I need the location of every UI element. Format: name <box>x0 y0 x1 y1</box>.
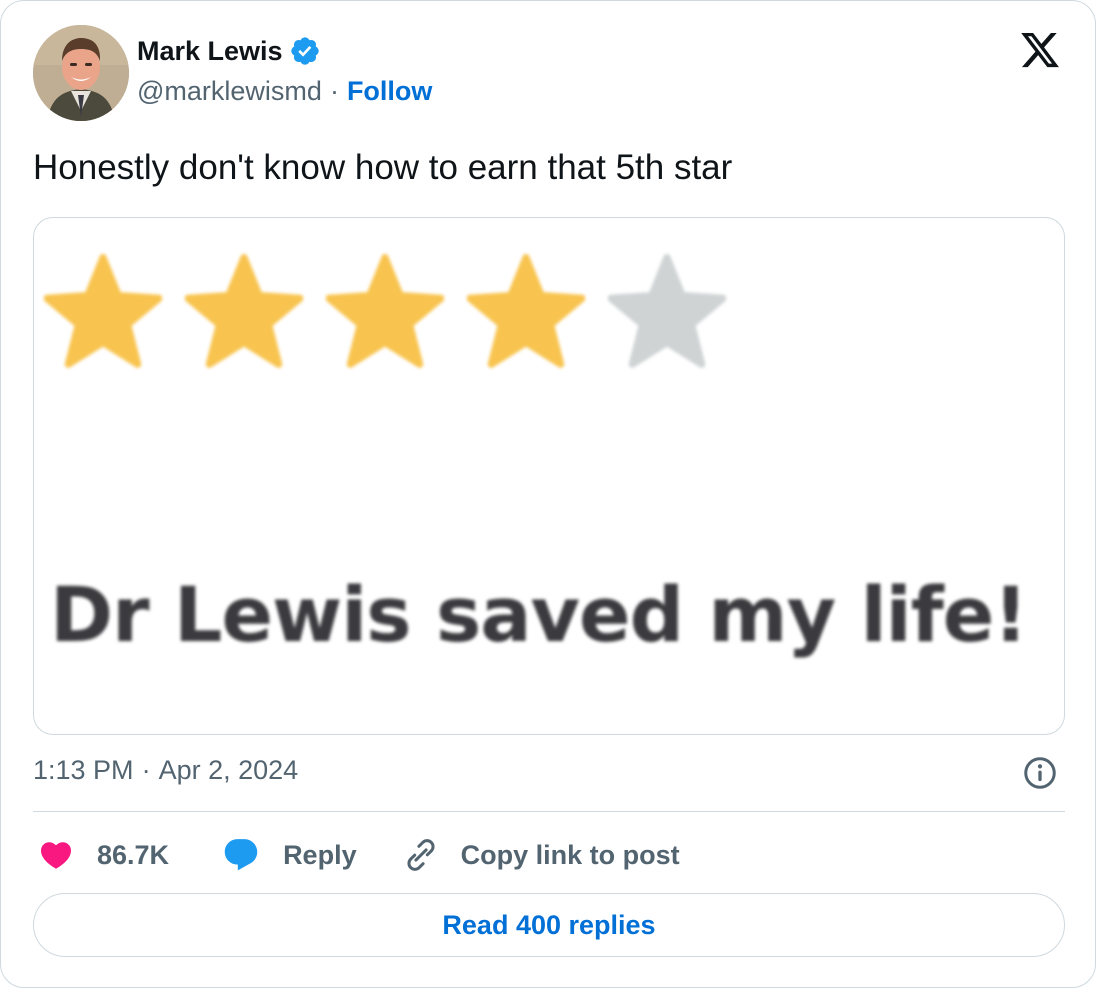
author-handle-row: @marklewismd · Follow <box>137 73 432 109</box>
tweet-time: 1:13 PM <box>33 754 134 785</box>
x-logo-icon[interactable] <box>1018 29 1062 71</box>
star-filled-icon <box>185 254 303 368</box>
like-count: 86.7K <box>97 839 170 870</box>
copy-link-button[interactable]: Copy link to post <box>403 837 680 873</box>
tweet-card: Mark Lewis @marklewismd · Follow Honestl… <box>0 0 1096 988</box>
tweet-timestamp[interactable]: 1:13 PM · Apr 2, 2024 <box>33 751 298 789</box>
link-icon <box>407 839 435 871</box>
tweet-date: Apr 2, 2024 <box>158 754 299 785</box>
action-bar: 86.7K Reply Copy link to post <box>37 833 680 877</box>
author-name-row: Mark Lewis <box>137 33 321 69</box>
read-replies-button[interactable]: Read 400 replies <box>33 893 1065 957</box>
avatar-photo <box>33 25 129 121</box>
info-icon[interactable] <box>1022 755 1058 791</box>
reply-button[interactable]: Reply <box>221 836 357 874</box>
like-button[interactable]: 86.7K <box>37 837 169 873</box>
author-handle[interactable]: @marklewismd <box>137 76 322 107</box>
verified-badge-icon <box>290 37 319 65</box>
tweet-text: Honestly don't know how to earn that 5th… <box>33 148 733 187</box>
divider <box>33 811 1065 812</box>
tweet-image[interactable]: Dr Lewis saved my life! <box>33 217 1065 735</box>
copy-link-label: Copy link to post <box>460 839 680 870</box>
avatar[interactable] <box>33 25 129 121</box>
review-text: Dr Lewis saved my life! <box>50 570 1028 659</box>
speech-bubble-icon <box>224 839 258 871</box>
star-empty-icon <box>608 254 726 368</box>
star-filled-icon <box>44 254 162 368</box>
reply-label: Reply <box>283 839 357 870</box>
author-name[interactable]: Mark Lewis <box>137 36 283 67</box>
heart-icon <box>40 842 72 869</box>
separator: · <box>329 75 339 106</box>
star-filled-icon <box>467 254 585 368</box>
star-filled-icon <box>326 254 444 368</box>
separator: · <box>141 754 151 785</box>
follow-button[interactable]: Follow <box>347 76 432 107</box>
